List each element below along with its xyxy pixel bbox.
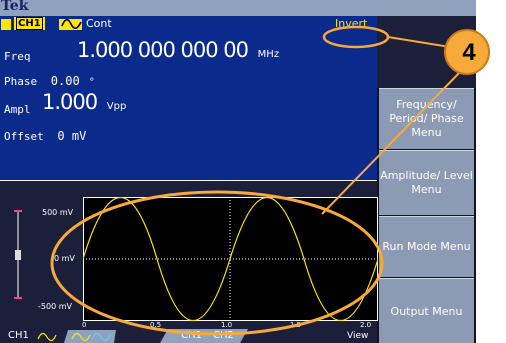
annotation-overlay	[50, 25, 462, 336]
callout-marker: 4	[444, 29, 490, 75]
callout-number: 4	[462, 39, 476, 66]
